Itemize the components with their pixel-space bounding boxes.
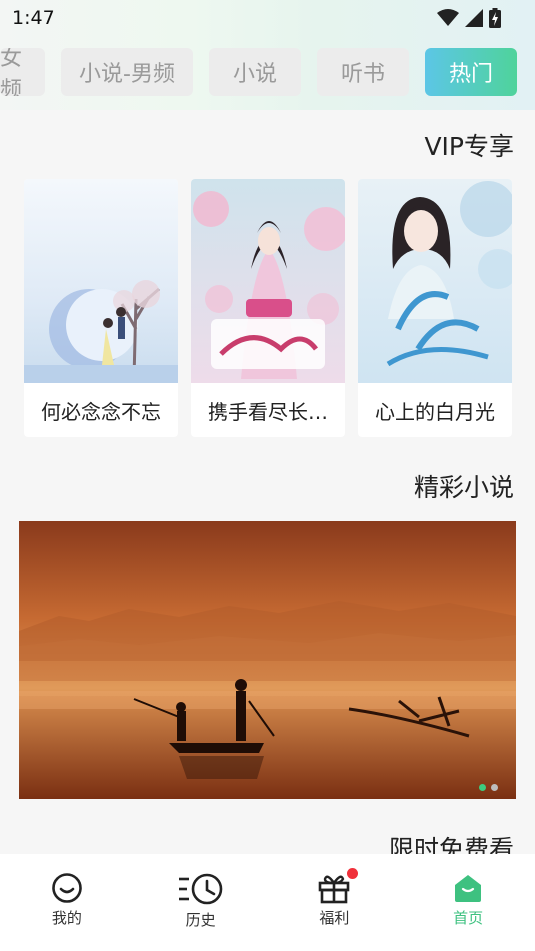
book-card[interactable]: 何必念念不忘 <box>24 179 178 437</box>
carousel-dot-active[interactable] <box>479 784 486 791</box>
book-title: 何必念念不忘 <box>41 399 161 424</box>
wifi-icon <box>437 9 459 26</box>
book-cover-art <box>191 179 345 383</box>
tab-novel-male[interactable]: 小说-男频 <box>61 48 193 96</box>
tab-female[interactable]: 女频 <box>0 48 45 96</box>
notification-badge <box>347 868 359 879</box>
section-title-vip: VIP专享 <box>424 132 514 161</box>
book-card[interactable]: 携手看尽长… <box>191 179 345 437</box>
book-cover-art <box>358 179 512 383</box>
home-icon <box>455 875 482 902</box>
tab-label: 女频 <box>0 48 23 96</box>
signal-icon <box>465 9 483 27</box>
nav-home[interactable]: 首页 <box>428 872 508 928</box>
battery-icon <box>489 8 501 28</box>
tab-label: 小说-男频 <box>79 62 175 87</box>
carousel-indicator <box>479 784 498 791</box>
nav-welfare[interactable]: 福利 <box>294 868 374 928</box>
book-cover <box>24 179 178 383</box>
book-title: 携手看尽长… <box>208 399 328 424</box>
tab-popular[interactable]: 热门 <box>425 48 517 96</box>
status-icons <box>437 8 501 28</box>
banner-image <box>19 521 516 799</box>
book-cover <box>191 179 345 383</box>
vip-book-list: 何必念念不忘 携手看尽长… 心上的白月光 <box>24 179 514 439</box>
book-cover-art <box>24 179 178 383</box>
book-cover <box>358 179 512 383</box>
tab-label: 听书 <box>340 62 385 87</box>
status-bar: 1:47 <box>0 0 535 36</box>
tab-novel[interactable]: 小说 <box>209 48 301 96</box>
bottom-navigation: 我的 历史 福利 首页 <box>0 854 535 951</box>
carousel-dot[interactable] <box>491 784 498 791</box>
gift-icon <box>319 875 350 904</box>
nav-label: 历史 <box>185 911 216 929</box>
nav-label: 首页 <box>453 909 484 927</box>
book-title: 心上的白月光 <box>375 399 495 424</box>
status-time: 1:47 <box>12 7 55 29</box>
history-clock-icon <box>178 873 222 905</box>
tab-label: 小说 <box>232 62 277 87</box>
tab-label: 热门 <box>448 62 493 87</box>
category-tabs: 女频 小说-男频 小说 听书 热门 <box>0 47 535 97</box>
featured-banner[interactable] <box>19 521 516 799</box>
nav-label: 我的 <box>51 909 82 927</box>
tab-audiobook[interactable]: 听书 <box>317 48 409 96</box>
nav-profile[interactable]: 我的 <box>27 872 107 928</box>
nav-history[interactable]: 历史 <box>161 872 241 930</box>
profile-face-icon <box>52 873 82 903</box>
book-card[interactable]: 心上的白月光 <box>358 179 512 437</box>
section-title-featured: 精彩小说 <box>413 473 514 502</box>
nav-label: 福利 <box>319 909 350 927</box>
